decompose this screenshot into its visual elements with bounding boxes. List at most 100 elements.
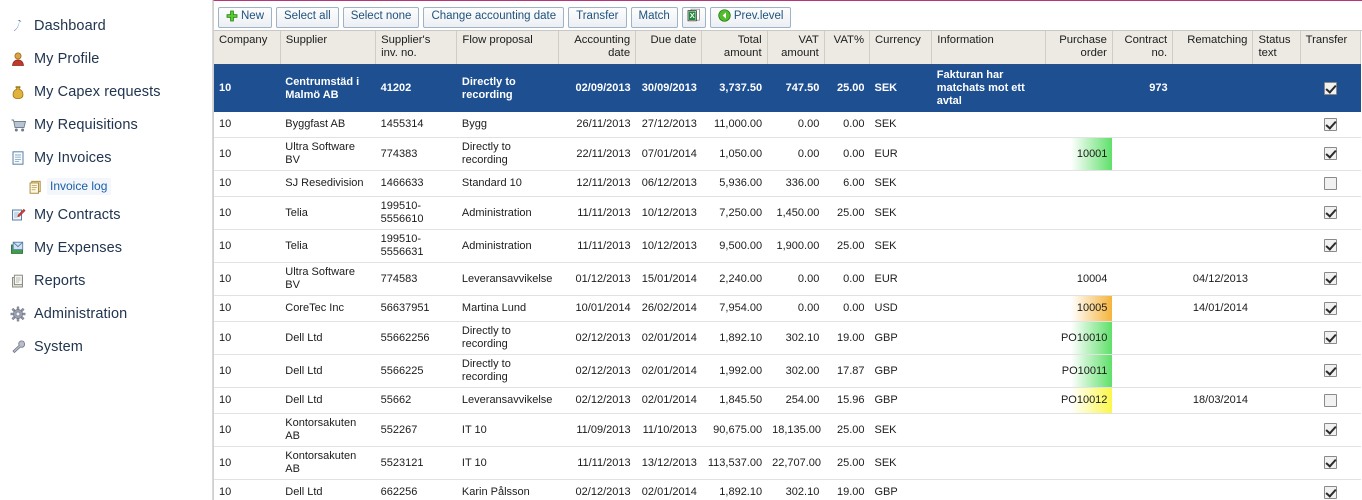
table-row[interactable]: 10 Telia 199510-5556610 Administration 11/11… [214,196,1361,230]
table-row[interactable]: 10 Dell Ltd 55662256 Directly to recording 0… [214,321,1361,355]
transfer-checkbox[interactable] [1323,456,1337,470]
transfer-checkbox[interactable] [1323,364,1337,378]
table-row[interactable]: 10 Ultra Software BV 774583 Leveransavvikel… [214,262,1361,296]
cell-rematching [1172,321,1253,355]
col-currency[interactable]: Currency [869,31,933,66]
cell-transfer[interactable] [1300,479,1361,500]
col-purchase-order[interactable]: Purchase order [1045,31,1113,66]
cell-company: 10 [214,111,281,138]
table-row[interactable]: 10 Dell Ltd 55662 Leveransavvikelse 02/12/20… [214,387,1361,414]
sidebar-item-my-requisitions[interactable]: My Requisitions [0,108,212,141]
col-vat-amount[interactable]: VAT amount [767,31,825,66]
cell-vat-percent: 19.00 [824,321,870,355]
cell-due-date: 10/12/2013 [635,196,702,230]
cell-supplier: CoreTec Inc [280,295,376,322]
table-row[interactable]: 10 CoreTec Inc 56637951 Martina Lund 10/01/2… [214,295,1361,322]
table-header-row: Company Supplier Supplier's inv. no. Flow pr… [214,31,1362,66]
cell-transfer[interactable] [1300,262,1361,296]
sidebar-item-my-invoices[interactable]: My Invoices [0,141,212,174]
export-to-excel-button[interactable]: X [681,6,706,28]
transfer-checkbox[interactable] [1323,272,1337,286]
table-row[interactable]: 10 Kontorsakuten AB 5523121 IT 10 11/11/2013… [214,446,1361,480]
transfer-checkbox[interactable] [1323,239,1337,253]
col-total-amount[interactable]: Total amount [701,31,768,66]
cell-supplier-inv-no: 55662256 [375,321,457,355]
transfer-checkbox[interactable] [1323,393,1337,407]
cell-status-text [1252,262,1301,296]
table-row[interactable]: 10 Ultra Software BV 774383 Directly to rec… [214,137,1361,171]
select-none-button[interactable]: Select none [342,6,420,28]
col-information[interactable]: Information [931,31,1046,66]
transfer-checkbox[interactable] [1323,485,1337,499]
table-row[interactable]: 10 Centrumstäd i Malmö AB 41202 Directly to… [214,65,1361,112]
cell-purchase-order [1045,196,1113,230]
sidebar-item-my-contracts[interactable]: My Contracts [0,198,212,231]
sidebar-item-invoice-log[interactable]: Invoice log [24,174,212,198]
col-vat-percent[interactable]: VAT% [824,31,871,66]
change-accounting-date-button[interactable]: Change accounting date [423,6,565,28]
sidebar-item-my-profile[interactable]: My Profile [0,42,212,75]
cell-currency: SEK [869,446,932,480]
table-row[interactable]: 10 Dell Ltd 662256 Karin Pålsson 02/12/2013 0… [214,479,1361,500]
cell-transfer[interactable] [1300,65,1361,112]
col-supplier-inv-no[interactable]: Supplier's inv. no. [375,31,458,66]
transfer-checkbox[interactable] [1323,147,1337,161]
cell-transfer[interactable] [1300,321,1361,355]
sidebar-item-reports[interactable]: Reports [0,264,212,297]
select-all-button[interactable]: Select all [276,6,339,28]
transfer-checkbox[interactable] [1323,117,1337,131]
table-row[interactable]: 10 Byggfast AB 1455314 Bygg 26/11/2013 27/12/… [214,111,1361,138]
col-accounting-date[interactable]: Accounting date [558,31,637,66]
sidebar-item-system[interactable]: System [0,330,212,363]
transfer-checkbox[interactable] [1323,301,1337,315]
cell-transfer[interactable] [1300,229,1361,263]
cell-accounting-date: 01/12/2013 [558,262,636,296]
cell-transfer[interactable] [1300,354,1361,388]
invoice-grid-container[interactable]: Company Supplier Supplier's inv. no. Flow pr… [214,31,1362,500]
prev-level-button[interactable]: Prev.level [709,6,792,28]
sidebar-item-dashboard[interactable]: Dashboard [0,9,212,42]
sidebar-item-administration[interactable]: Administration [0,297,212,330]
transfer-button[interactable]: Transfer [568,6,627,28]
select-all-label: Select all [284,10,331,23]
col-due-date[interactable]: Due date [635,31,703,66]
col-supplier[interactable]: Supplier [280,31,377,66]
new-button[interactable]: New [218,6,273,28]
cell-information [931,170,1046,197]
cell-accounting-date: 11/09/2013 [558,413,636,447]
cell-transfer[interactable] [1300,137,1361,171]
cell-transfer[interactable] [1300,413,1361,447]
match-button[interactable]: Match [630,6,678,28]
cell-total-amount: 1,892.10 [701,479,768,500]
col-company[interactable]: Company [214,31,281,66]
transfer-checkbox[interactable] [1323,176,1337,190]
cell-transfer[interactable] [1300,196,1361,230]
cell-purchase-order: 10005 [1045,295,1113,322]
cell-transfer[interactable] [1300,446,1361,480]
sidebar-item-my-expenses[interactable]: My Expenses [0,231,212,264]
col-flow-proposal[interactable]: Flow proposal [456,31,559,66]
cell-status-text [1252,354,1301,388]
sidebar-item-my-capex-requests[interactable]: My Capex requests [0,75,212,108]
transfer-checkbox[interactable] [1323,423,1337,437]
col-contract-no[interactable]: Contract no. [1112,31,1174,66]
cell-transfer[interactable] [1300,111,1361,138]
col-rematching[interactable]: Rematching [1172,31,1254,66]
table-row[interactable]: 10 SJ Resedivision 1466633 Standard 10 12/11… [214,170,1361,197]
transfer-checkbox[interactable] [1323,81,1337,95]
table-row[interactable]: 10 Kontorsakuten AB 552267 IT 10 11/09/2013 1… [214,413,1361,447]
cell-transfer[interactable] [1300,387,1361,414]
transfer-checkbox[interactable] [1323,206,1337,220]
cell-supplier: Byggfast AB [280,111,376,138]
cell-supplier-inv-no: 5523121 [375,446,457,480]
col-transfer[interactable]: Transfer [1300,31,1362,66]
cell-transfer[interactable] [1300,295,1361,322]
col-status-text[interactable]: Status text [1252,31,1301,66]
cell-company: 10 [214,170,281,197]
transfer-checkbox[interactable] [1323,331,1337,345]
table-row[interactable]: 10 Telia 199510-5556631 Administration 11/11… [214,229,1361,263]
cell-currency: EUR [869,262,932,296]
cell-transfer[interactable] [1300,170,1361,197]
table-row[interactable]: 10 Dell Ltd 5566225 Directly to recording 02… [214,354,1361,388]
cell-company: 10 [214,65,281,112]
